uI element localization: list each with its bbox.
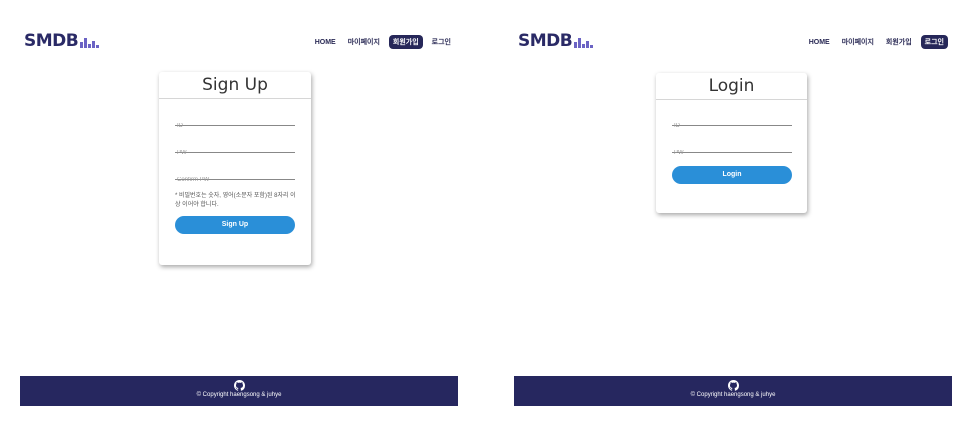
signup-card: Sign Up * 비밀번호는 숫자, 영어(소문자 포함)된 8자리 이상 이… xyxy=(159,72,311,265)
logo-bars-icon xyxy=(574,34,594,48)
nav-mypage[interactable]: 마이페이지 xyxy=(839,35,877,49)
login-button[interactable]: Login xyxy=(672,166,792,184)
nav-home[interactable]: HOME xyxy=(312,37,339,48)
logo[interactable]: SMDB xyxy=(24,31,100,51)
confirm-pw-input[interactable] xyxy=(175,173,295,187)
pw-input[interactable] xyxy=(175,146,295,160)
github-icon[interactable] xyxy=(727,380,739,391)
login-page: SMDB HOME 마이페이지 회원가입 로그인 Login Login © C… xyxy=(514,0,952,423)
logo-text: SMDB xyxy=(24,31,79,51)
top-nav: HOME 마이페이지 회원가입 로그인 xyxy=(806,35,948,49)
logo-text: SMDB xyxy=(518,31,573,51)
logo[interactable]: SMDB xyxy=(518,31,594,51)
login-card: Login Login xyxy=(656,73,807,213)
nav-login[interactable]: 로그인 xyxy=(429,35,454,49)
pw-field xyxy=(175,139,295,160)
nav-signup[interactable]: 회원가입 xyxy=(388,35,423,49)
nav-signup[interactable]: 회원가입 xyxy=(883,35,915,49)
logo-bars-icon xyxy=(80,34,100,48)
github-icon[interactable] xyxy=(233,380,245,391)
footer: © Copyright haengsong & juhye xyxy=(20,376,458,406)
password-rule-note: * 비밀번호는 숫자, 영어(소문자 포함)된 8자리 이상 이어야 합니다. xyxy=(175,193,296,208)
id-field xyxy=(175,112,295,133)
nav-home[interactable]: HOME xyxy=(806,37,833,48)
copyright-text: © Copyright haengsong & juhye xyxy=(196,392,282,398)
signup-page: SMDB HOME 마이페이지 회원가입 로그인 Sign Up * 비밀번호는… xyxy=(20,0,458,423)
id-input[interactable] xyxy=(175,119,295,133)
nav-login[interactable]: 로그인 xyxy=(920,35,948,49)
pw-input[interactable] xyxy=(672,146,792,160)
signup-button[interactable]: Sign Up xyxy=(175,216,295,234)
signup-title: Sign Up xyxy=(159,72,311,99)
footer: © Copyright haengsong & juhye xyxy=(514,376,952,406)
id-field xyxy=(672,112,792,133)
pw-field xyxy=(672,139,792,160)
copyright-text: © Copyright haengsong & juhye xyxy=(690,392,776,398)
confirm-pw-field xyxy=(175,166,295,187)
top-nav: HOME 마이페이지 회원가입 로그인 xyxy=(312,35,454,49)
login-title: Login xyxy=(656,73,807,100)
id-input[interactable] xyxy=(672,119,792,133)
nav-mypage[interactable]: 마이페이지 xyxy=(345,35,383,49)
